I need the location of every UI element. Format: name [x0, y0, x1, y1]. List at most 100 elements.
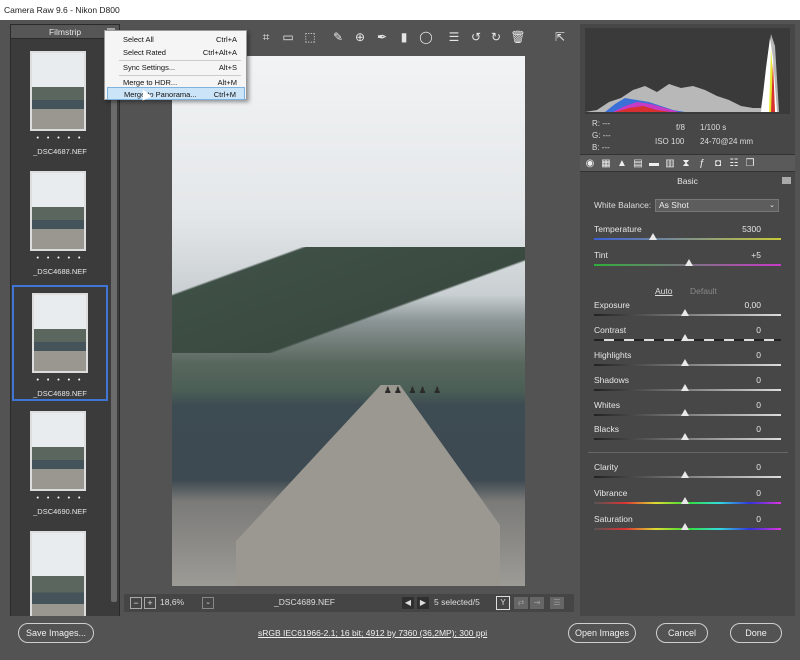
- preferences-icon[interactable]: ☰: [446, 29, 462, 45]
- slider-value[interactable]: 0: [756, 462, 761, 472]
- fullscreen-icon[interactable]: ⇱: [552, 29, 568, 45]
- menu-item-label: Merge to Panorama...: [124, 90, 197, 99]
- menu-item-shortcut: Alt+S: [218, 63, 237, 72]
- rotate-left-icon[interactable]: ↺: [468, 29, 484, 45]
- cancel-button[interactable]: Cancel: [656, 623, 708, 643]
- tab-hsl-icon[interactable]: ▤: [632, 158, 644, 170]
- auto-button[interactable]: Auto: [655, 286, 673, 296]
- slider-value[interactable]: 5300: [742, 224, 761, 234]
- straighten-tool-icon[interactable]: ▭: [280, 29, 296, 45]
- red-eye-icon[interactable]: ⊕: [352, 29, 368, 45]
- workflow-options-link[interactable]: sRGB IEC61966-2.1; 16 bit; 4912 by 7360 …: [258, 628, 487, 638]
- iso: ISO 100: [655, 137, 685, 146]
- rating-stars[interactable]: • • • • •: [12, 135, 108, 142]
- trash-icon[interactable]: 🗑: [510, 29, 526, 45]
- filmstrip-scrollbar[interactable]: ⌄: [109, 40, 119, 634]
- preview-photo[interactable]: ♟♟ ♟♟ ♟: [172, 56, 525, 586]
- slider-knob[interactable]: [681, 433, 689, 440]
- slider-knob[interactable]: [681, 497, 689, 504]
- chevron-down-icon: ⌄: [769, 202, 775, 209]
- filmstrip-item-selected[interactable]: • • • • • _DSC4689.NEF: [12, 285, 108, 401]
- menu-item-sync-settings[interactable]: Sync Settings... Alt+S: [107, 61, 245, 74]
- filmstrip-item[interactable]: • • • • • _DSC4687.NEF: [12, 45, 108, 161]
- slider-knob[interactable]: [681, 359, 689, 366]
- slider-value[interactable]: 0: [756, 488, 761, 498]
- open-images-button[interactable]: Open Images: [568, 623, 636, 643]
- default-button[interactable]: Default: [690, 286, 717, 296]
- slider-value[interactable]: 0: [756, 350, 761, 360]
- spot-removal-icon[interactable]: ✎: [330, 29, 346, 45]
- slider-value[interactable]: 0: [756, 325, 761, 335]
- before-after-icon[interactable]: Y: [496, 596, 510, 610]
- tab-effects-icon[interactable]: ƒ: [696, 158, 708, 170]
- toggle-settings-icon[interactable]: ☰: [550, 597, 564, 609]
- slider-value[interactable]: 0,00: [744, 300, 761, 310]
- tab-basic-icon[interactable]: ◉: [584, 158, 596, 170]
- slider-knob[interactable]: [681, 409, 689, 416]
- filmstrip-item[interactable]: • • • • • _DSC4688.NEF: [12, 165, 108, 281]
- radial-filter-icon[interactable]: ◯: [418, 29, 434, 45]
- thumbnail-image: [30, 411, 86, 491]
- rotate-right-icon[interactable]: ↻: [488, 29, 504, 45]
- filmstrip-item[interactable]: • • • • • _DSC4690.NEF: [12, 405, 108, 521]
- tab-detail-icon[interactable]: ▲: [616, 158, 628, 170]
- slider-knob[interactable]: [681, 384, 689, 391]
- slider-value[interactable]: +5: [751, 250, 761, 260]
- filmstrip-title: Filmstrip: [11, 25, 119, 39]
- panel-menu-icon[interactable]: [782, 177, 791, 184]
- slider-value[interactable]: 0: [756, 424, 761, 434]
- thumbnail-filename: _DSC4689.NEF: [33, 389, 87, 398]
- transform-tool-icon[interactable]: ⬚: [302, 29, 318, 45]
- swap-settings-icon[interactable]: ⇄: [514, 597, 528, 609]
- slider-label: Vibrance: [594, 488, 628, 498]
- slider-knob[interactable]: [681, 471, 689, 478]
- tab-snapshots-icon[interactable]: ❐: [744, 158, 756, 170]
- graduated-filter-icon[interactable]: ▮: [396, 29, 412, 45]
- slider-label: Contrast: [594, 325, 627, 335]
- tab-transform-icon[interactable]: ⧗: [680, 158, 692, 170]
- thumbnail-filename: _DSC4690.NEF: [33, 507, 87, 516]
- menu-item-shortcut: Ctrl+M: [213, 90, 236, 99]
- rating-stars[interactable]: • • • • •: [12, 255, 108, 262]
- menu-item-label: Select All: [123, 35, 154, 44]
- selection-count: 5 selected/5: [434, 597, 480, 607]
- save-images-button[interactable]: Save Images...: [18, 623, 94, 643]
- rating-stars[interactable]: • • • • •: [12, 495, 108, 502]
- slider-value[interactable]: 0: [756, 375, 761, 385]
- adjustment-brush-icon[interactable]: ✒: [374, 29, 390, 45]
- tab-split-toning-icon[interactable]: ▬: [648, 158, 660, 170]
- slider-knob[interactable]: [681, 523, 689, 530]
- slider-value[interactable]: 0: [756, 400, 761, 410]
- tab-presets-icon[interactable]: ☷: [728, 158, 740, 170]
- zoom-out-button[interactable]: −: [130, 597, 142, 609]
- panel-tabs: ◉ ▦ ▲ ▤ ▬ ▥ ⧗ ƒ ◘ ☷ ❐: [580, 154, 795, 172]
- menu-item-select-all[interactable]: Select All Ctrl+A: [107, 33, 245, 46]
- slider-knob[interactable]: [681, 309, 689, 316]
- slider-knob[interactable]: [685, 259, 693, 266]
- tab-lens-icon[interactable]: ▥: [664, 158, 676, 170]
- shutter-speed: 1/100 s: [700, 123, 727, 132]
- menu-item-select-rated[interactable]: Select Rated Ctrl+Alt+A: [107, 46, 245, 59]
- prev-image-button[interactable]: ◀: [402, 597, 414, 609]
- rating-stars[interactable]: • • • • •: [14, 377, 106, 384]
- scrollbar-thumb[interactable]: [111, 42, 117, 602]
- zoom-in-button[interactable]: +: [144, 597, 156, 609]
- slider-knob[interactable]: [681, 334, 689, 341]
- thumbnail-filename: _DSC4687.NEF: [33, 147, 87, 156]
- tab-camera-calibration-icon[interactable]: ◘: [712, 158, 724, 170]
- zoom-dropdown[interactable]: ⌄: [202, 597, 214, 609]
- done-button[interactable]: Done: [730, 623, 782, 643]
- white-balance-select[interactable]: As Shot ⌄: [655, 199, 779, 212]
- slider-label: Temperature: [594, 224, 642, 234]
- crop-tool-icon[interactable]: ⌗: [258, 29, 274, 45]
- tab-tone-curve-icon[interactable]: ▦: [600, 158, 612, 170]
- copy-settings-icon[interactable]: ⇥: [530, 597, 544, 609]
- slider-knob[interactable]: [649, 233, 657, 240]
- menu-item-merge-panorama[interactable]: Merge to Panorama... Ctrl+M: [107, 87, 245, 100]
- dialog-footer: Save Images... sRGB IEC61966-2.1; 16 bit…: [0, 616, 800, 660]
- menu-item-label: Sync Settings...: [123, 63, 176, 72]
- slider-value[interactable]: 0: [756, 514, 761, 524]
- next-image-button[interactable]: ▶: [417, 597, 429, 609]
- slider-label: Highlights: [594, 350, 632, 360]
- slider-track[interactable]: [594, 238, 781, 240]
